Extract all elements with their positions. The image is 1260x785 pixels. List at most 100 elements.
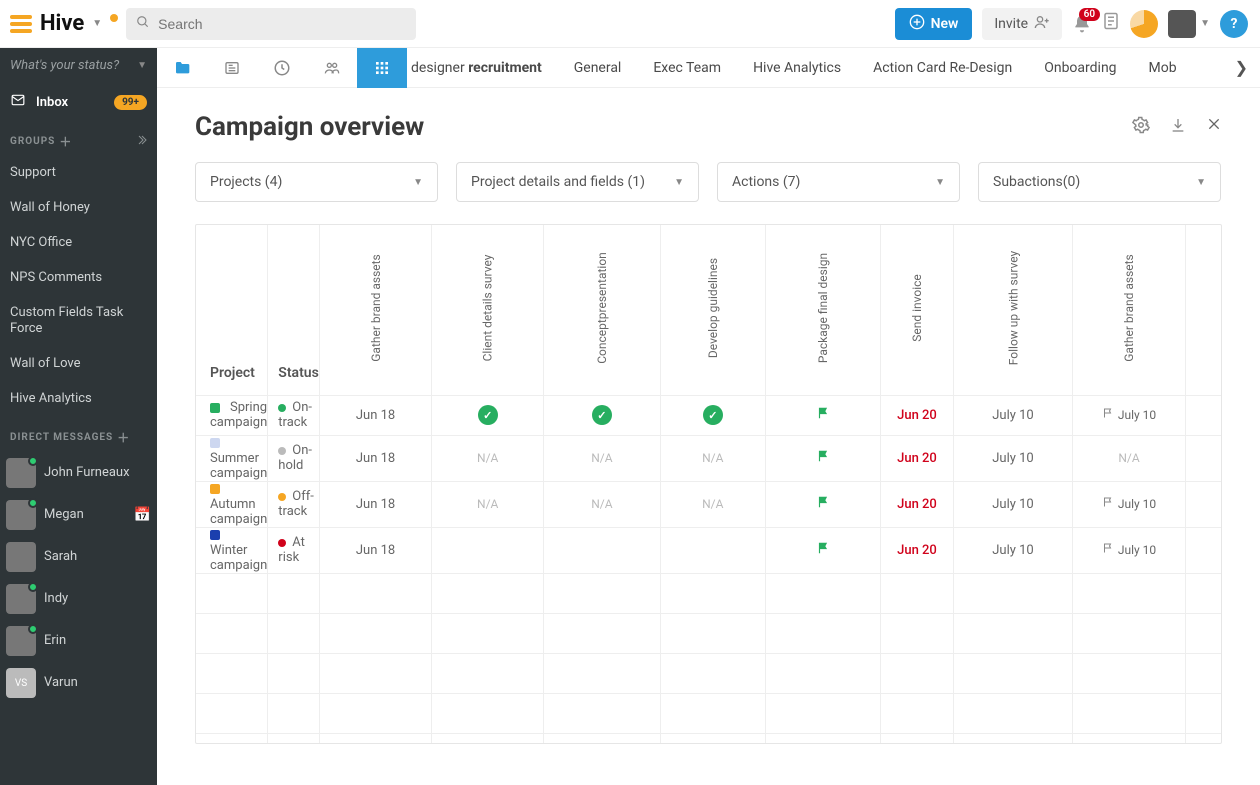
- invite-button[interactable]: Invite: [982, 8, 1062, 40]
- cell-value[interactable]: N/A: [432, 481, 544, 527]
- brand-logo[interactable]: Hive ▼: [8, 11, 118, 37]
- cell-value[interactable]: July 10: [953, 527, 1073, 573]
- cell-value[interactable]: Jun 18: [319, 481, 432, 527]
- plus-icon[interactable]: ＋: [117, 429, 130, 446]
- close-icon[interactable]: [1206, 116, 1222, 138]
- sidebar-dm-item[interactable]: Erin: [0, 620, 157, 662]
- cell-value[interactable]: N/A: [544, 481, 661, 527]
- cell-value[interactable]: ✓: [660, 395, 765, 435]
- user-menu[interactable]: ▼: [1168, 10, 1210, 38]
- mail-icon: [10, 93, 26, 111]
- settings-icon[interactable]: [1132, 116, 1150, 138]
- table-row[interactable]: Summer campaignOn-holdJun 18N/AN/AN/AJun…: [196, 435, 1222, 481]
- sidebar-dm-item[interactable]: Megan📅: [0, 494, 157, 536]
- cell-value[interactable]: N/A: [660, 481, 765, 527]
- cell-value[interactable]: [1185, 527, 1222, 573]
- dm-name: Varun: [44, 675, 78, 691]
- sidebar-group-item[interactable]: NYC Office: [0, 226, 157, 261]
- team-view-icon[interactable]: [307, 48, 357, 88]
- cell-value[interactable]: July 10: [953, 395, 1073, 435]
- search-box[interactable]: [126, 8, 416, 40]
- sidebar-group-item[interactable]: NPS Comments: [0, 261, 157, 296]
- cell-value[interactable]: [765, 435, 880, 481]
- time-view-icon[interactable]: [257, 48, 307, 88]
- search-input[interactable]: [158, 16, 406, 32]
- cell-value[interactable]: N/A: [432, 435, 544, 481]
- cell-value[interactable]: ✓: [1185, 395, 1222, 435]
- news-view-icon[interactable]: [207, 48, 257, 88]
- cell-value[interactable]: ✓: [544, 395, 661, 435]
- sidebar-dm-item[interactable]: John Furneaux: [0, 452, 157, 494]
- cell-value[interactable]: July 10: [953, 435, 1073, 481]
- cell-value[interactable]: [544, 527, 661, 573]
- cell-value[interactable]: N/A: [1185, 481, 1222, 527]
- cell-value[interactable]: ✓: [432, 395, 544, 435]
- status-prompt[interactable]: What's your status? ▼: [0, 48, 157, 83]
- cell-value[interactable]: N/A: [544, 435, 661, 481]
- project-tab[interactable]: Exec Team: [653, 60, 721, 76]
- new-button[interactable]: New: [895, 8, 973, 40]
- plus-icon[interactable]: ＋: [59, 133, 72, 150]
- sidebar-dm-item[interactable]: Indy: [0, 578, 157, 620]
- cell-value[interactable]: Jun 20: [881, 481, 954, 527]
- grid-view-icon[interactable]: [357, 48, 407, 88]
- cell-value[interactable]: [765, 481, 880, 527]
- col-header-action: Package final design: [765, 225, 880, 395]
- cell-value[interactable]: Jun 18: [319, 435, 432, 481]
- check-circle-icon: ✓: [592, 405, 612, 425]
- cell-value[interactable]: Jun 18: [319, 395, 432, 435]
- cell-value[interactable]: Jun 20: [881, 527, 954, 573]
- project-tab[interactable]: General: [574, 60, 622, 76]
- cell-value[interactable]: [765, 395, 880, 435]
- flag-outline-icon: [1102, 496, 1114, 512]
- project-tab[interactable]: designer recruitment: [411, 60, 542, 76]
- sidebar-inbox[interactable]: Inbox 99+: [0, 83, 157, 121]
- table-row[interactable]: Spring campaignOn-trackJun 18✓✓✓Jun 20Ju…: [196, 395, 1222, 435]
- project-color-icon: [210, 484, 220, 494]
- project-tab[interactable]: Hive Analytics: [753, 60, 841, 76]
- cell-value[interactable]: [765, 527, 880, 573]
- sidebar-dm-item[interactable]: Sarah: [0, 536, 157, 578]
- filter-dropdown[interactable]: Projects (4)▼: [195, 162, 438, 202]
- caret-down-icon: ▼: [1196, 177, 1206, 188]
- filter-dropdown[interactable]: Project details and fields (1)▼: [456, 162, 699, 202]
- cell-value[interactable]: ✓: [1185, 435, 1222, 481]
- chevron-right-icon[interactable]: [135, 134, 147, 149]
- analytics-pie-icon[interactable]: [1130, 10, 1158, 38]
- cell-value[interactable]: July 10: [1073, 527, 1186, 573]
- table-row[interactable]: Autumn campaignOff-trackJun 18N/AN/AN/AJ…: [196, 481, 1222, 527]
- cell-value[interactable]: N/A: [660, 435, 765, 481]
- notes-icon[interactable]: [1102, 11, 1120, 36]
- notif-badge: 60: [1079, 8, 1100, 21]
- sidebar-group-item[interactable]: Wall of Honey: [0, 191, 157, 226]
- filter-dropdown[interactable]: Actions (7)▼: [717, 162, 960, 202]
- table-row[interactable]: Winter campaignAt riskJun 18Jun 20July 1…: [196, 527, 1222, 573]
- sidebar-group-item[interactable]: Support: [0, 156, 157, 191]
- cell-value[interactable]: Jun 20: [881, 395, 954, 435]
- project-tab[interactable]: Onboarding: [1044, 60, 1116, 76]
- cell-value[interactable]: Jun 20: [881, 435, 954, 481]
- download-icon[interactable]: [1170, 116, 1186, 138]
- cell-value[interactable]: July 10: [953, 481, 1073, 527]
- sidebar-group-item[interactable]: Custom Fields Task Force: [0, 296, 157, 348]
- cell-value[interactable]: [660, 527, 765, 573]
- filter-dropdown[interactable]: Subactions(0)▼: [978, 162, 1221, 202]
- cell-value[interactable]: [432, 527, 544, 573]
- tabs-scroll-right[interactable]: ❯: [1223, 58, 1260, 77]
- sidebar-dm-item[interactable]: VSVarun: [0, 662, 157, 704]
- brand-caret-icon[interactable]: ▼: [92, 18, 102, 29]
- cell-value[interactable]: Jun 18: [319, 527, 432, 573]
- col-header-action: Conceptpresentation: [544, 225, 661, 395]
- user-caret-icon: ▼: [1200, 18, 1210, 29]
- cell-project: Autumn campaign: [196, 481, 268, 527]
- cell-value[interactable]: July 10: [1073, 481, 1186, 527]
- cell-value[interactable]: July 10: [1073, 395, 1186, 435]
- project-tab[interactable]: Action Card Re-Design: [873, 60, 1012, 76]
- sidebar-group-item[interactable]: Wall of Love: [0, 347, 157, 382]
- help-button[interactable]: ?: [1220, 10, 1248, 38]
- sidebar-group-item[interactable]: Hive Analytics: [0, 382, 157, 417]
- notifications-button[interactable]: 60: [1072, 14, 1092, 34]
- project-tab[interactable]: Mob: [1149, 60, 1177, 76]
- cell-value[interactable]: N/A: [1073, 435, 1186, 481]
- folder-view-icon[interactable]: [157, 48, 207, 88]
